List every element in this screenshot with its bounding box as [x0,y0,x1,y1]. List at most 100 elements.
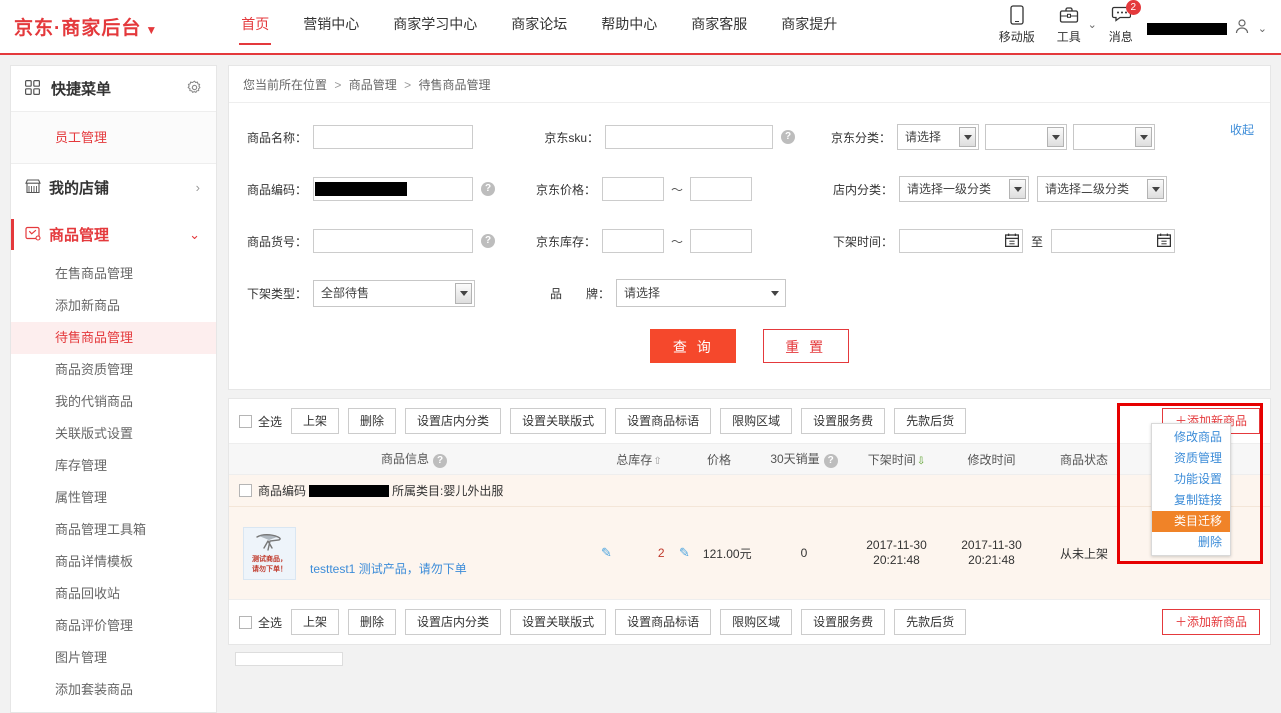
jd-sku-input[interactable] [605,125,773,149]
nav-item-forum[interactable]: 商家论坛 [494,0,584,53]
column-header-total-stock[interactable]: 总库存⇧ [599,451,679,468]
jd-stock-max-input[interactable] [690,229,753,253]
help-icon[interactable]: ? [481,234,495,248]
product-name-input[interactable] [313,125,473,149]
field-shop-category: 店内分类： 请选择一级分类 请选择二级分类 [815,176,1168,202]
reset-button[interactable]: 重 置 [762,329,849,363]
sidebar-item-add-bundle-product[interactable]: 添加套装商品 [11,674,216,706]
product-sn-input[interactable] [313,229,473,253]
add-new-product-button-bottom[interactable]: ＋添加新商品 [1161,609,1260,635]
jd-price-min-input[interactable] [602,177,664,201]
collapse-link[interactable]: 收起 [1230,121,1254,138]
jd-category-1-select[interactable]: 请选择 [897,124,979,150]
select-all-checkbox[interactable] [239,615,252,629]
mobile-version-button[interactable]: 移动版 [991,0,1043,45]
sidebar-item-product-qualification[interactable]: 商品资质管理 [11,354,216,386]
select-all-top[interactable]: 全选 [239,413,282,430]
sidebar-item-pending-products[interactable]: 待售商品管理 [11,322,216,354]
nav-item-improve[interactable]: 商家提升 [764,0,854,53]
brand-select[interactable]: 请选择 [616,279,786,307]
jd-price-max-input[interactable] [690,177,753,201]
help-icon[interactable]: ? [433,454,447,468]
pay-first-button[interactable]: 先款后货 [894,408,967,434]
sort-descending-icon[interactable]: ⇩ [917,456,925,467]
calendar-icon[interactable] [1156,233,1172,248]
jd-stock-min-input[interactable] [602,229,664,253]
menu-item-qualification-management[interactable]: 资质管理 [1152,448,1230,469]
edit-price-pencil-icon[interactable]: ✎ [679,545,690,561]
help-icon[interactable]: ? [823,454,838,468]
column-header-offshelf-time[interactable]: 下架时间⇩ [849,451,944,468]
jd-category-2-select[interactable] [985,124,1067,150]
shop-category-1-select[interactable]: 请选择一级分类 [899,176,1030,202]
nav-item-help[interactable]: 帮助中心 [584,0,674,53]
menu-item-edit-product[interactable]: 修改商品 [1152,427,1230,448]
set-service-fee-button[interactable]: 设置服务费 [801,609,886,635]
sidebar-item-related-template-settings[interactable]: 关联版式设置 [11,418,216,450]
nav-item-home[interactable]: 首页 [224,0,286,53]
menu-item-function-settings[interactable]: 功能设置 [1152,469,1230,490]
sidebar-item-on-sale-products[interactable]: 在售商品管理 [11,258,216,290]
sidebar-item-image-management[interactable]: 图片管理 [11,642,216,674]
mobile-phone-icon [991,5,1043,27]
product-title-link[interactable]: testtest1 测试产品，请勿下单 [310,527,467,578]
delete-button[interactable]: 删除 [348,609,397,635]
user-chevron-down-icon[interactable]: ⌄ [1258,22,1267,35]
put-on-shelf-button[interactable]: 上架 [291,408,340,434]
messages-button[interactable]: 2 消息 [1095,0,1147,45]
tools-button[interactable]: 工具 ⌄ [1043,0,1097,45]
shop-category-2-select[interactable]: 请选择二级分类 [1037,176,1168,202]
pay-first-button[interactable]: 先款后货 [894,609,967,635]
nav-item-service[interactable]: 商家客服 [674,0,764,53]
restricted-area-button[interactable]: 限购区域 [720,609,793,635]
select-all-checkbox[interactable] [239,414,252,428]
set-service-fee-button[interactable]: 设置服务费 [801,408,886,434]
put-on-shelf-button[interactable]: 上架 [291,609,340,635]
restricted-area-button[interactable]: 限购区域 [720,408,793,434]
sidebar-quick-link-staff[interactable]: 员工管理 [11,124,216,149]
shop-category-label: 店内分类： [833,182,894,197]
sidebar-item-attribute-management[interactable]: 属性管理 [11,482,216,514]
search-button[interactable]: 查 询 [650,329,737,363]
sidebar-item-product-review-management[interactable]: 商品评价管理 [11,610,216,642]
sidebar-item-product-toolbox[interactable]: 商品管理工具箱 [11,514,216,546]
sidebar-item-consignment-products[interactable]: 我的代销商品 [11,386,216,418]
sidebar-item-product-detail-template[interactable]: 商品详情模板 [11,546,216,578]
menu-item-delete[interactable]: 删除 [1152,532,1230,553]
gear-icon[interactable] [187,80,202,98]
sidebar-item-inventory-management[interactable]: 库存管理 [11,450,216,482]
sidebar-group-product-management[interactable]: 商品管理 ⌄ [11,211,216,258]
set-product-slogan-button[interactable]: 设置商品标语 [615,609,712,635]
offshelf-type-select[interactable]: 全部待售 [313,279,475,307]
offshelf-time-end-field[interactable] [1051,229,1176,253]
set-product-slogan-button[interactable]: 设置商品标语 [615,408,712,434]
sidebar-item-add-product[interactable]: 添加新商品 [11,290,216,322]
calendar-icon[interactable] [1004,233,1020,248]
help-icon[interactable]: ? [781,130,795,144]
product-thumbnail[interactable]: 测试商品， 请勿下单！ [243,526,296,580]
sidebar-item-product-recycle-bin[interactable]: 商品回收站 [11,578,216,610]
nav-item-marketing[interactable]: 营销中心 [286,0,376,53]
chevron-down-icon[interactable]: ⌄ [189,227,200,243]
site-logo[interactable]: 京东·商家后台 ▼ [14,13,158,40]
set-related-template-button[interactable]: 设置关联版式 [510,408,607,434]
set-shop-category-button[interactable]: 设置店内分类 [405,408,502,434]
set-shop-category-button[interactable]: 设置店内分类 [405,609,502,635]
menu-item-category-migration[interactable]: 类目迁移 [1152,511,1230,532]
row-select-checkbox[interactable] [239,484,252,497]
help-icon[interactable]: ? [481,182,495,196]
delete-button[interactable]: 删除 [348,408,397,434]
jd-category-3-select[interactable] [1073,124,1155,150]
user-account-area[interactable]: ⌄ [1146,0,1273,37]
set-related-template-button[interactable]: 设置关联版式 [510,609,607,635]
logo-caret-icon[interactable]: ▼ [145,23,158,37]
select-all-bottom[interactable]: 全选 [239,614,282,631]
nav-item-learning[interactable]: 商家学习中心 [376,0,494,53]
sort-ascending-icon[interactable]: ⇧ [653,456,661,467]
menu-item-copy-link[interactable]: 复制链接 [1152,490,1230,511]
breadcrumb-item-product-management[interactable]: 商品管理 [349,78,397,92]
sidebar-group-my-shop[interactable]: 我的店铺 › [11,164,216,211]
offshelf-time-start-field[interactable] [899,229,1024,253]
edit-stock-pencil-icon[interactable]: ✎ [601,545,612,561]
chevron-right-icon[interactable]: › [196,180,200,195]
